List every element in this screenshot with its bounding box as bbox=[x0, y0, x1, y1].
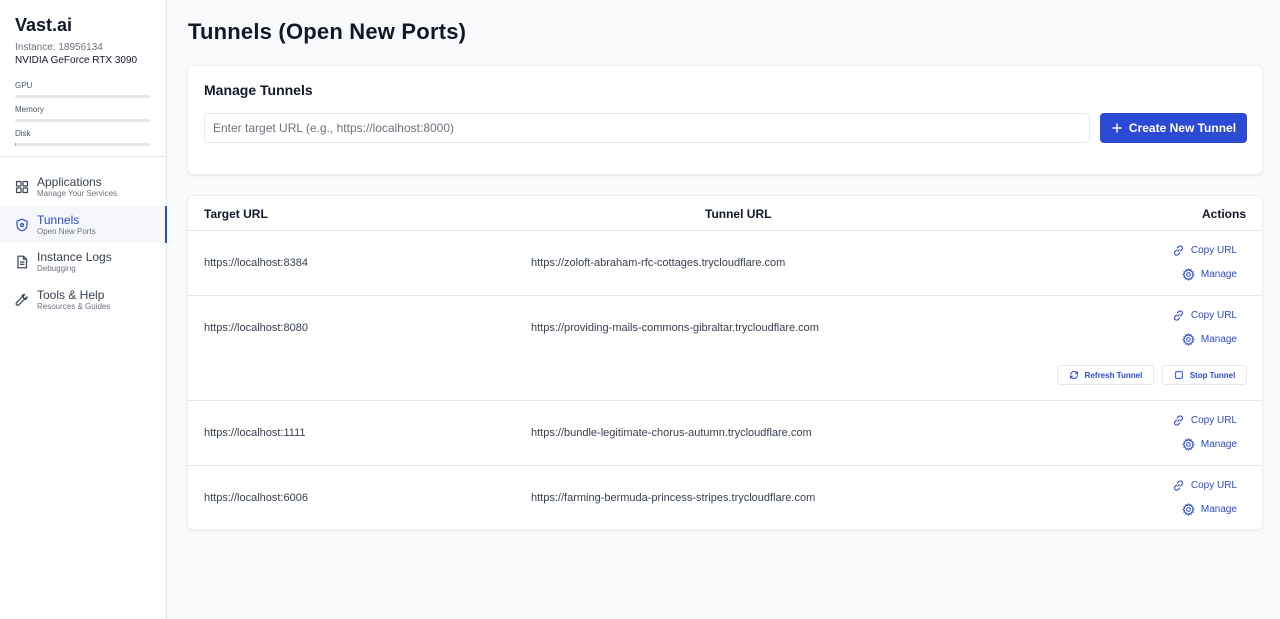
nav-sublabel: Resources & Guides bbox=[37, 301, 111, 311]
copy-url-button[interactable]: Copy URL bbox=[1172, 309, 1237, 322]
document-icon bbox=[15, 255, 29, 269]
refresh-tunnel-button[interactable]: Refresh Tunnel bbox=[1057, 365, 1154, 385]
tunnels-table: Target URL Tunnel URL Actions https://lo… bbox=[187, 195, 1263, 530]
manage-label: Manage bbox=[1200, 268, 1237, 280]
copy-url-button[interactable]: Copy URL bbox=[1172, 244, 1237, 257]
plus-icon bbox=[1112, 123, 1122, 133]
target-url-input[interactable] bbox=[204, 113, 1090, 143]
target-url-cell: https://localhost:8080 bbox=[204, 322, 308, 334]
grid-icon bbox=[15, 180, 29, 194]
tunnel-url-cell[interactable]: https://providing-mails-commons-gibralta… bbox=[531, 322, 819, 335]
meter-label: Memory bbox=[15, 105, 44, 114]
shield-icon bbox=[15, 218, 29, 232]
nav-label: Applications bbox=[37, 175, 102, 189]
nav-sublabel: Open New Ports bbox=[37, 226, 96, 236]
instance-id: Instance: 18956134 bbox=[15, 42, 103, 53]
gpu-meter: GPU bbox=[15, 81, 151, 98]
nav-sublabel: Manage Your Services bbox=[37, 189, 118, 198]
gpu-model: NVIDIA GeForce RTX 3090 bbox=[15, 55, 138, 66]
refresh-tunnel-label: Refresh Tunnel bbox=[1084, 370, 1143, 380]
sidebar-item-instance-logs[interactable]: Instance Logs Debugging bbox=[0, 243, 166, 281]
create-new-tunnel-button[interactable]: Create New Tunnel bbox=[1100, 113, 1247, 143]
create-button-label: Create New Tunnel bbox=[1128, 121, 1237, 135]
link-icon bbox=[1173, 415, 1183, 426]
column-header-actions: Actions bbox=[1201, 207, 1246, 221]
table-row: https://localhost:8384 https://zoloft-ab… bbox=[188, 230, 1262, 295]
brand-block: Vast.ai Instance: 18956134 NVIDIA GeForc… bbox=[0, 0, 166, 67]
meter-label: GPU bbox=[15, 81, 33, 90]
manage-label: Manage bbox=[1200, 438, 1237, 450]
table-row: https://localhost:8080 https://providing… bbox=[188, 295, 1262, 400]
resource-meters: GPU Memory Disk bbox=[0, 81, 166, 146]
table-row: https://localhost:6006 https://farming-b… bbox=[188, 465, 1262, 529]
link-icon bbox=[1173, 480, 1183, 491]
nav-label: Tools & Help bbox=[37, 287, 105, 302]
copy-url-label: Copy URL bbox=[1190, 244, 1237, 256]
gear-icon bbox=[1182, 438, 1195, 451]
memory-meter: Memory bbox=[15, 105, 151, 122]
link-icon bbox=[1173, 245, 1183, 256]
manage-label: Manage bbox=[1200, 503, 1237, 515]
manage-button[interactable]: Manage bbox=[1182, 503, 1237, 516]
manage-button[interactable]: Manage bbox=[1182, 333, 1237, 346]
copy-url-label: Copy URL bbox=[1190, 414, 1237, 426]
sidebar-item-tools-help[interactable]: Tools & Help Resources & Guides bbox=[0, 281, 166, 319]
meter-bar bbox=[15, 143, 150, 146]
tunnel-url-cell[interactable]: https://zoloft-abraham-rfc-cottages.tryc… bbox=[531, 257, 785, 270]
tunnel-url-cell[interactable]: https://bundle-legitimate-chorus-autumn.… bbox=[531, 427, 812, 440]
gear-icon bbox=[1182, 333, 1195, 346]
copy-url-button[interactable]: Copy URL bbox=[1172, 414, 1237, 427]
copy-url-label: Copy URL bbox=[1190, 309, 1237, 321]
sidebar: Vast.ai Instance: 18956134 NVIDIA GeForc… bbox=[0, 0, 167, 619]
sidebar-item-applications[interactable]: Applications Manage Your Services bbox=[0, 168, 166, 206]
brand-title: Vast.ai bbox=[15, 15, 73, 35]
column-header-tunnel: Tunnel URL bbox=[705, 207, 772, 221]
disk-meter: Disk bbox=[15, 129, 151, 146]
tunnel-url-cell[interactable]: https://farming-bermuda-princess-stripes… bbox=[531, 492, 815, 505]
stop-tunnel-button[interactable]: Stop Tunnel bbox=[1162, 365, 1247, 385]
stop-icon bbox=[1174, 371, 1183, 379]
nav-label: Instance Logs bbox=[37, 250, 112, 264]
manage-button[interactable]: Manage bbox=[1182, 268, 1237, 281]
column-header-target: Target URL bbox=[204, 207, 268, 221]
nav-label: Tunnels bbox=[37, 212, 80, 227]
manage-tunnels-card: Manage Tunnels Create New Tunnel bbox=[187, 65, 1263, 175]
gear-icon bbox=[1182, 503, 1195, 516]
link-icon bbox=[1173, 310, 1183, 321]
copy-url-button[interactable]: Copy URL bbox=[1172, 479, 1237, 492]
meter-bar bbox=[15, 95, 150, 98]
manage-button[interactable]: Manage bbox=[1182, 438, 1237, 451]
manage-tunnels-title: Manage Tunnels bbox=[204, 82, 313, 98]
sidebar-nav: Applications Manage Your Services Tunnel… bbox=[0, 168, 167, 319]
target-url-cell: https://localhost:6006 bbox=[204, 492, 308, 504]
sidebar-item-tunnels[interactable]: Tunnels Open New Ports bbox=[0, 205, 167, 243]
gear-icon bbox=[1182, 268, 1195, 281]
target-url-cell: https://localhost:1111 bbox=[204, 427, 306, 439]
table-row: https://localhost:1111 https://bundle-le… bbox=[188, 400, 1262, 465]
refresh-icon bbox=[1069, 370, 1078, 380]
meter-label: Disk bbox=[15, 129, 31, 138]
target-url-cell: https://localhost:8384 bbox=[204, 257, 308, 269]
copy-url-label: Copy URL bbox=[1190, 479, 1237, 491]
sidebar-divider bbox=[0, 156, 166, 157]
stop-tunnel-label: Stop Tunnel bbox=[1189, 370, 1236, 380]
page-title: Tunnels (Open New Ports) bbox=[188, 19, 467, 44]
meter-bar bbox=[15, 119, 150, 122]
wrench-icon bbox=[15, 293, 29, 307]
meter-fill bbox=[15, 143, 17, 146]
manage-label: Manage bbox=[1200, 333, 1237, 345]
nav-sublabel: Debugging bbox=[37, 264, 76, 273]
